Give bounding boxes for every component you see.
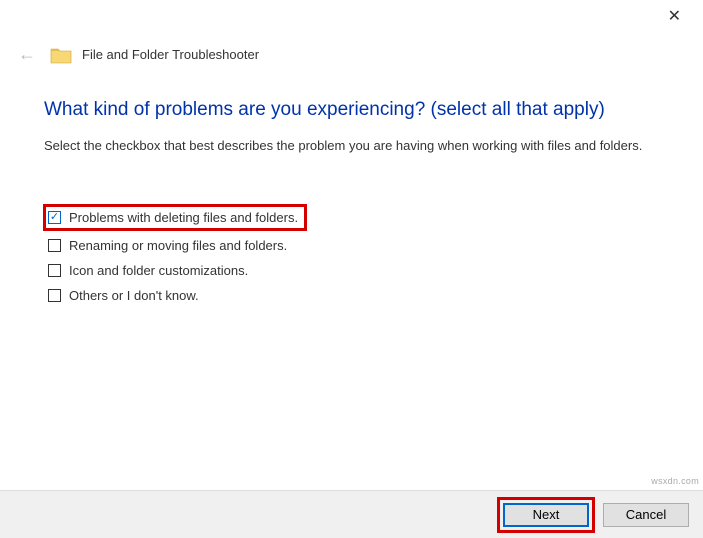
next-highlight: Next (497, 497, 595, 533)
option-delete-problems[interactable]: ✓ Problems with deleting files and folde… (43, 204, 307, 231)
option-rename-move[interactable]: Renaming or moving files and folders. (48, 233, 659, 258)
option-label: Icon and folder customizations. (69, 263, 248, 278)
option-label: Others or I don't know. (69, 288, 199, 303)
content: What kind of problems are you experienci… (0, 69, 703, 308)
titlebar: ✕ (0, 0, 703, 32)
checkbox-rename-move[interactable] (48, 239, 61, 252)
instruction-text: Select the checkbox that best describes … (44, 137, 659, 156)
option-others[interactable]: Others or I don't know. (48, 283, 659, 308)
header: ← File and Folder Troubleshooter (0, 32, 703, 69)
options-group: ✓ Problems with deleting files and folde… (44, 204, 659, 308)
watermark: wsxdn.com (651, 476, 699, 486)
cancel-button[interactable]: Cancel (603, 503, 689, 527)
next-button[interactable]: Next (503, 503, 589, 527)
back-arrow-icon[interactable]: ← (14, 40, 40, 69)
folder-icon (50, 45, 72, 65)
check-icon: ✓ (50, 212, 59, 223)
option-label: Problems with deleting files and folders… (69, 210, 298, 225)
option-icon-customizations[interactable]: Icon and folder customizations. (48, 258, 659, 283)
footer: Next Cancel (0, 490, 703, 538)
checkbox-icon-customizations[interactable] (48, 264, 61, 277)
close-icon[interactable]: ✕ (660, 2, 689, 30)
option-label: Renaming or moving files and folders. (69, 238, 287, 253)
header-title: File and Folder Troubleshooter (82, 47, 259, 62)
checkbox-others[interactable] (48, 289, 61, 302)
page-heading: What kind of problems are you experienci… (44, 99, 659, 121)
checkbox-delete-problems[interactable]: ✓ (48, 211, 61, 224)
